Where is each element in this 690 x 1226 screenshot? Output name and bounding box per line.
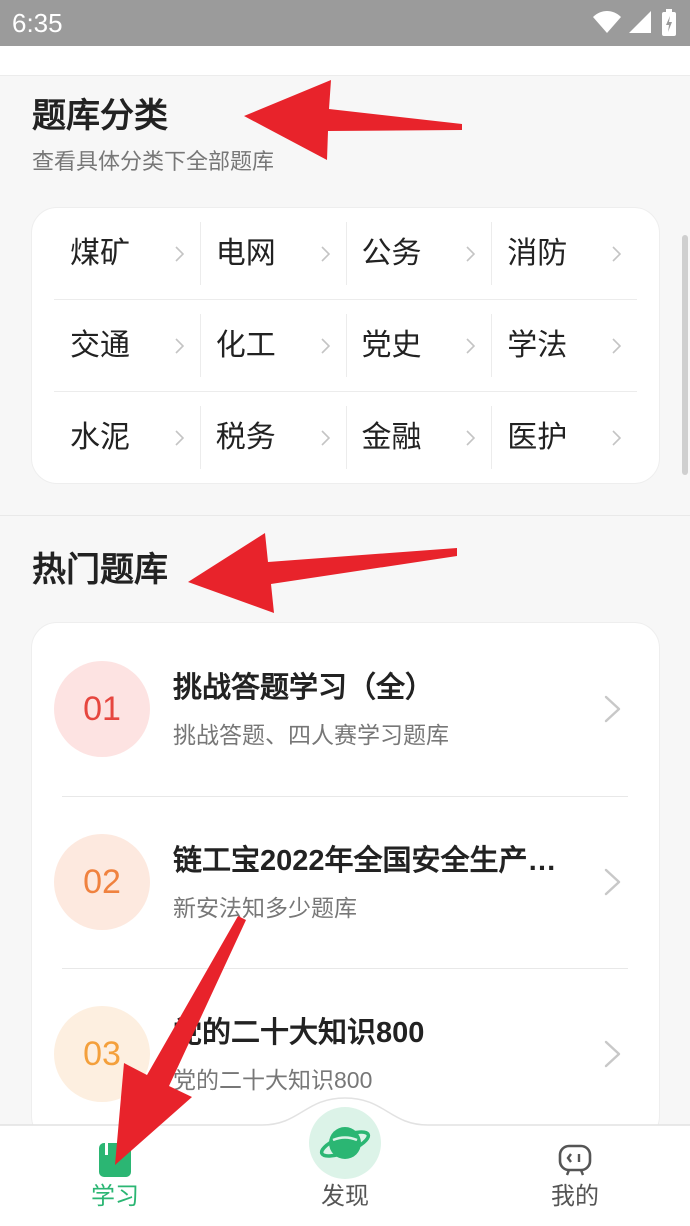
hot-item-subtitle: 新安法知多少题库 — [173, 895, 357, 921]
category-label: 电网 — [215, 236, 276, 270]
category-label: 学法 — [507, 328, 568, 362]
category-row: 煤矿 电网 公务 消防 — [54, 208, 637, 299]
rank-badge: 03 — [54, 1006, 150, 1102]
category-label: 水泥 — [70, 420, 130, 454]
category-section-subtitle: 查看具体分类下全部题库 — [32, 149, 275, 174]
chevron-right-icon — [604, 695, 621, 723]
chevron-right-icon — [466, 429, 476, 446]
category-item-chemical[interactable]: 化工 — [199, 300, 346, 391]
hot-item-subtitle: 挑战答题、四人赛学习题库 — [173, 722, 449, 748]
chevron-right-icon — [612, 245, 621, 262]
chevron-right-icon — [466, 337, 476, 354]
nav-tab-label: 我的 — [551, 1183, 599, 1210]
category-label: 医护 — [507, 420, 568, 454]
hot-item-title: 挑战答题学习（全） — [173, 672, 435, 704]
hot-section-title: 热门题库 — [32, 551, 168, 589]
chevron-right-icon — [604, 868, 621, 896]
chevron-right-icon — [175, 429, 184, 446]
category-row: 交通 化工 党史 学法 — [54, 299, 637, 391]
category-label: 消防 — [507, 236, 568, 270]
nav-tab-mine[interactable]: 我的 — [460, 1090, 690, 1226]
rank-badge: 01 — [54, 661, 150, 757]
chevron-right-icon — [175, 337, 184, 354]
category-item-party-history[interactable]: 党史 — [345, 300, 492, 391]
category-label: 党史 — [361, 328, 422, 362]
chevron-right-icon — [612, 429, 621, 446]
rank-number: 01 — [83, 690, 121, 728]
category-item-tax[interactable]: 税务 — [199, 392, 346, 483]
rank-number: 03 — [83, 1035, 121, 1073]
category-section-title: 题库分类 — [32, 97, 168, 135]
category-item-medical[interactable]: 医护 — [491, 392, 637, 483]
nav-tab-label: 发现 — [321, 1183, 369, 1210]
chevron-right-icon — [320, 337, 330, 354]
hot-list-card: 01 挑战答题学习（全） 挑战答题、四人赛学习题库 02 链工宝2022年全国安… — [31, 622, 660, 1142]
section-divider — [0, 515, 690, 516]
book-icon — [99, 1143, 131, 1177]
bottom-nav: 学习 发现 我的 — [0, 1090, 690, 1226]
hot-list-item[interactable]: 02 链工宝2022年全国安全生产… 新安法知多少题库 — [32, 796, 659, 969]
robot-face-icon — [558, 1144, 592, 1176]
category-item-power-grid[interactable]: 电网 — [199, 208, 346, 299]
category-label: 交通 — [70, 328, 130, 362]
scrollbar[interactable] — [682, 235, 688, 475]
chevron-right-icon — [612, 337, 621, 354]
nav-tab-study[interactable]: 学习 — [0, 1090, 230, 1226]
category-item-cement[interactable]: 水泥 — [54, 392, 200, 483]
status-bar: 6:35 — [0, 0, 690, 46]
category-card: 煤矿 电网 公务 消防 交通 化工 党史 学法 水泥 税务 金融 医护 — [31, 207, 660, 484]
status-time: 6:35 — [12, 8, 63, 38]
planet-icon — [309, 1107, 381, 1179]
category-label: 化工 — [215, 328, 276, 362]
chevron-right-icon — [320, 429, 330, 446]
annotation-arrow — [244, 80, 462, 160]
category-row: 水泥 税务 金融 医护 — [54, 391, 637, 483]
rank-number: 02 — [83, 863, 121, 901]
scrolled-content-strip — [0, 46, 690, 76]
category-item-coal[interactable]: 煤矿 — [54, 208, 200, 299]
nav-tab-label: 学习 — [91, 1183, 139, 1210]
annotation-arrow — [188, 533, 457, 613]
chevron-right-icon — [175, 245, 184, 262]
signal-icon — [629, 11, 651, 33]
category-label: 公务 — [361, 236, 422, 270]
category-item-finance[interactable]: 金融 — [345, 392, 492, 483]
category-item-fire[interactable]: 消防 — [491, 208, 637, 299]
chevron-right-icon — [466, 245, 476, 262]
category-label: 金融 — [361, 420, 422, 454]
category-item-law[interactable]: 学法 — [491, 300, 637, 391]
category-grid: 煤矿 电网 公务 消防 交通 化工 党史 学法 水泥 税务 金融 医护 — [54, 208, 637, 483]
wifi-icon — [593, 11, 621, 33]
category-label: 税务 — [215, 420, 276, 454]
chevron-right-icon — [604, 1040, 621, 1068]
hot-item-title: 链工宝2022年全国安全生产… — [173, 845, 557, 877]
nav-tab-discover[interactable]: 发现 — [230, 1090, 460, 1226]
battery-icon — [662, 9, 676, 36]
chevron-right-icon — [320, 245, 330, 262]
category-item-civil-service[interactable]: 公务 — [345, 208, 492, 299]
category-item-traffic[interactable]: 交通 — [54, 300, 200, 391]
hot-item-title: 党的二十大知识800 — [173, 1017, 425, 1049]
hot-list-item[interactable]: 01 挑战答题学习（全） 挑战答题、四人赛学习题库 — [32, 623, 659, 796]
category-label: 煤矿 — [70, 236, 130, 270]
rank-badge: 02 — [54, 834, 150, 930]
